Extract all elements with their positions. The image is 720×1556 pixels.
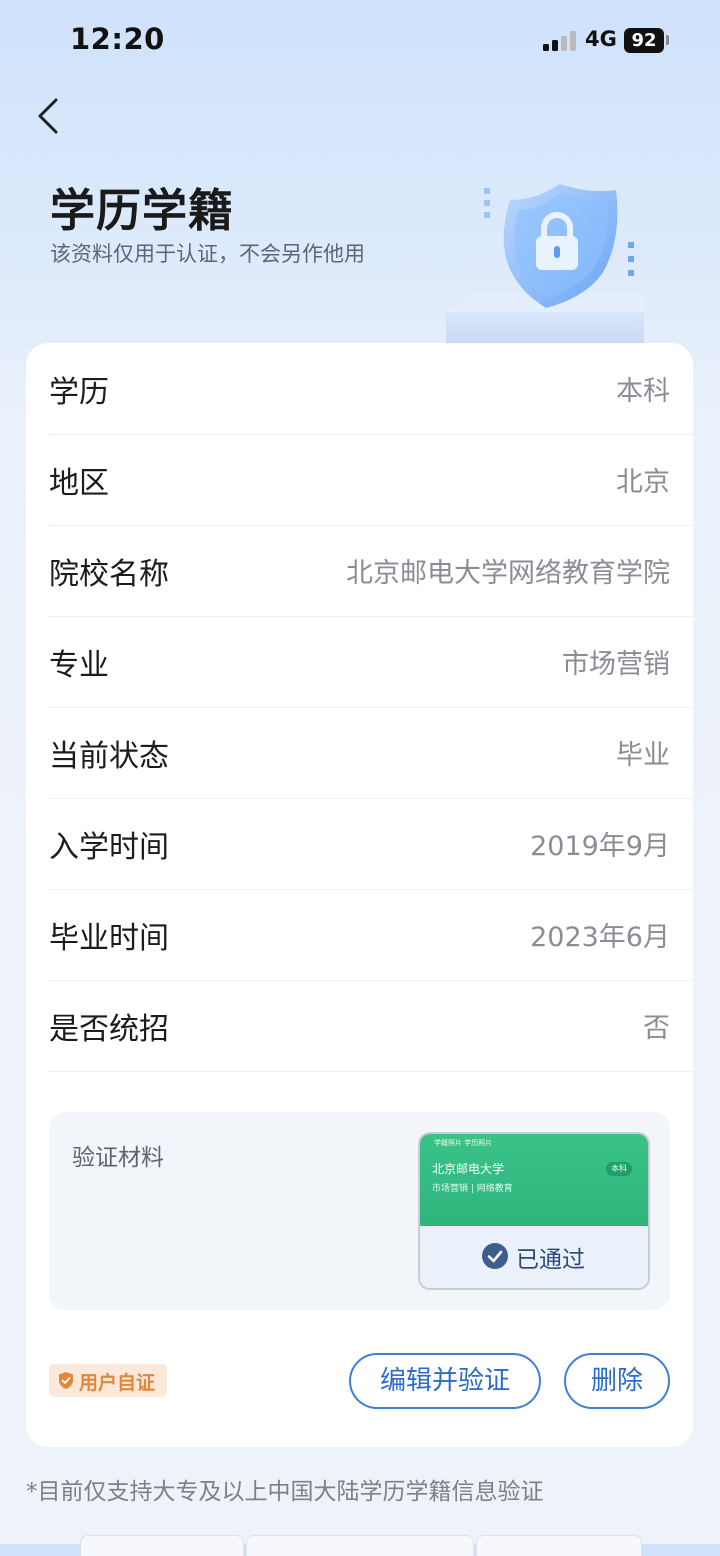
- detail-row-enrollment-date[interactable]: 入学时间 2019年9月: [49, 798, 693, 890]
- delete-button[interactable]: 删除: [564, 1353, 670, 1409]
- thumbnail-tabs: 学籍照片 学历照片: [434, 1139, 493, 1147]
- material-label: 验证材料: [72, 1145, 164, 1171]
- thumbnail-header: 学籍照片 学历照片 北京邮电大学 市场营销 | 网络教育 本科: [420, 1134, 648, 1226]
- material-thumbnail[interactable]: 学籍照片 学历照片 北京邮电大学 市场营销 | 网络教育 本科 已通过: [420, 1134, 648, 1288]
- row-label: 地区: [49, 466, 109, 501]
- row-label: 院校名称: [49, 557, 169, 592]
- network-type: 4G: [585, 27, 617, 51]
- verification-status: 已通过: [516, 1247, 585, 1273]
- row-value: 北京邮电大学网络教育学院: [346, 558, 670, 589]
- shield-lock-icon: [446, 184, 646, 350]
- row-value: 市场营销: [562, 649, 670, 680]
- detail-row-unified-enrollment[interactable]: 是否统招 否: [49, 980, 693, 1072]
- row-label: 当前状态: [49, 739, 169, 774]
- user-verified-badge: 用户自证: [49, 1364, 167, 1397]
- partial-tab[interactable]: [476, 1535, 642, 1556]
- row-value: 2019年9月: [530, 831, 670, 862]
- detail-row-education[interactable]: 学历 本科: [49, 343, 693, 435]
- detail-row-school[interactable]: 院校名称 北京邮电大学网络教育学院: [49, 525, 693, 617]
- row-value: 否: [643, 1013, 670, 1044]
- thumbnail-badge: 本科: [606, 1162, 632, 1176]
- chevron-left-icon: [38, 98, 58, 134]
- page-title: 学历学籍: [50, 184, 235, 237]
- row-value: 毕业: [616, 740, 670, 771]
- row-label: 毕业时间: [49, 921, 169, 956]
- status-time: 12:20: [70, 22, 165, 56]
- row-label: 专业: [49, 648, 109, 683]
- row-value: 2023年6月: [530, 922, 670, 953]
- footnote: *目前仅支持大专及以上中国大陆学历学籍信息验证: [26, 1479, 544, 1505]
- status-bar: 12:20 4G 92: [0, 0, 720, 80]
- signal-icon: [543, 31, 577, 51]
- detail-row-graduation-date[interactable]: 毕业时间 2023年6月: [49, 889, 693, 981]
- back-button[interactable]: [30, 92, 70, 140]
- partial-tab[interactable]: [80, 1535, 244, 1556]
- battery-icon: 92: [624, 28, 664, 53]
- detail-row-region[interactable]: 地区 北京: [49, 434, 693, 526]
- thumbnail-major: 市场营销 | 网络教育: [432, 1184, 513, 1194]
- check-circle-icon: [482, 1243, 508, 1269]
- row-label: 是否统招: [49, 1012, 169, 1047]
- row-value: 本科: [616, 376, 670, 407]
- battery-cap: [666, 35, 669, 45]
- verification-material: 验证材料 学籍照片 学历照片 北京邮电大学 市场营销 | 网络教育 本科 已通过: [49, 1112, 670, 1310]
- edit-verify-button[interactable]: 编辑并验证: [349, 1353, 541, 1409]
- partial-tab[interactable]: [246, 1535, 474, 1556]
- detail-row-major[interactable]: 专业 市场营销: [49, 616, 693, 708]
- shield-check-icon: [59, 1372, 73, 1389]
- education-card: 学历 本科 地区 北京 院校名称 北京邮电大学网络教育学院 专业 市场营销 当前…: [26, 343, 693, 1447]
- page-subtitle: 该资料仅用于认证，不会另作他用: [50, 242, 365, 266]
- user-badge-label: 用户自证: [79, 1372, 156, 1394]
- detail-row-status[interactable]: 当前状态 毕业: [49, 707, 693, 799]
- row-label: 学历: [49, 375, 109, 410]
- row-value: 北京: [616, 467, 670, 498]
- row-label: 入学时间: [49, 830, 169, 865]
- thumbnail-school: 北京邮电大学: [432, 1162, 505, 1176]
